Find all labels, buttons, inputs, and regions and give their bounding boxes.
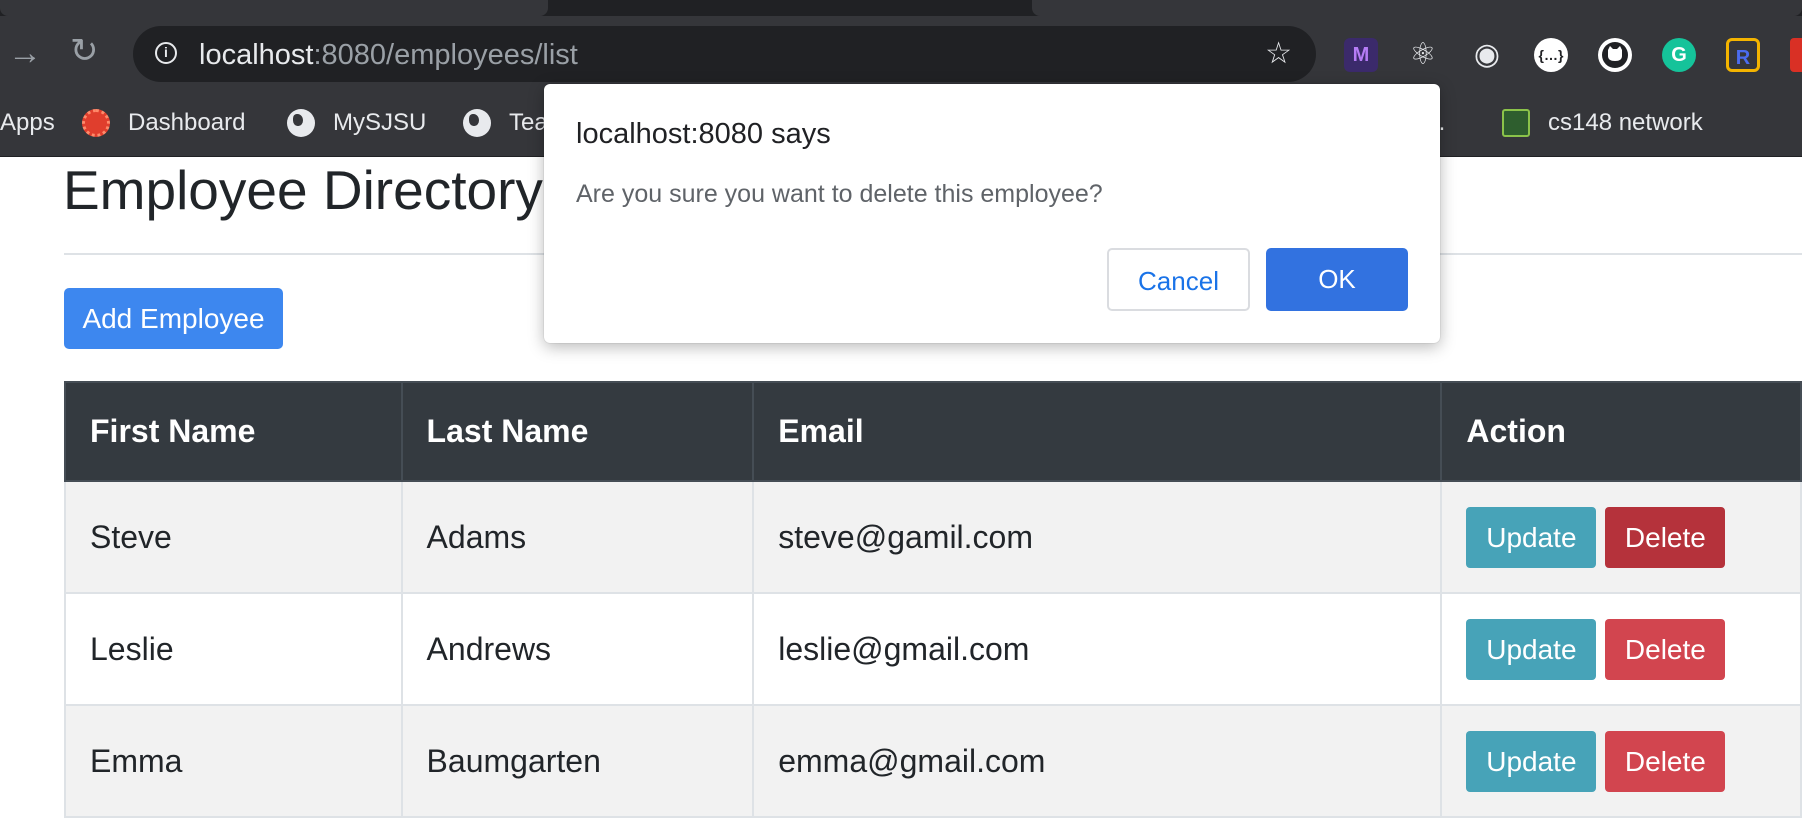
bookmark-label: MySJSU <box>333 109 427 136</box>
reload-icon[interactable]: ↻ <box>70 34 99 68</box>
table-header-row: First Name Last Name Email Action <box>64 381 1802 482</box>
extension-target-icon[interactable]: ◉ <box>1470 38 1504 72</box>
email-cell: steve@gamil.com <box>752 480 1443 594</box>
extension-r-icon[interactable]: R <box>1726 38 1760 72</box>
dialog-title: localhost:8080 says <box>576 118 831 150</box>
globe-icon <box>463 109 491 137</box>
header-email: Email <box>752 381 1443 482</box>
bookmark-dashboard[interactable]: Dashboard <box>82 106 245 140</box>
cancel-button[interactable]: Cancel <box>1107 248 1250 311</box>
header-action: Action <box>1440 381 1802 482</box>
employee-table: First Name Last Name Email Action Steve … <box>64 381 1802 818</box>
network-icon <box>1502 109 1530 137</box>
browser-tab[interactable] <box>0 0 548 16</box>
url-path: :8080/employees/list <box>313 39 578 71</box>
bookmark-mysjsu[interactable]: MySJSU <box>287 106 426 140</box>
update-button[interactable]: Update <box>1466 506 1597 568</box>
react-devtools-icon[interactable]: ⚛ <box>1406 38 1440 72</box>
github-icon[interactable] <box>1598 38 1632 72</box>
action-cell: Update Delete <box>1440 704 1802 818</box>
dialog-message: Are you sure you want to delete this emp… <box>576 180 1103 208</box>
email-cell: leslie@gmail.com <box>752 592 1443 706</box>
first-name-cell: Emma <box>64 704 403 818</box>
url-host: localhost <box>199 39 314 71</box>
table-row: Emma Baumgarten emma@gmail.com Update Del… <box>64 704 1802 818</box>
add-employee-button[interactable]: Add Employee <box>64 288 283 349</box>
bookmark-label: Apps <box>0 109 55 136</box>
bookmark-cs148-network[interactable]: cs148 network <box>1502 106 1703 140</box>
extension-red-icon[interactable] <box>1790 38 1802 72</box>
extension-m-icon[interactable]: M <box>1344 38 1378 72</box>
delete-button[interactable]: Delete <box>1605 618 1726 680</box>
browser-tab[interactable] <box>1032 0 1802 16</box>
action-cell: Update Delete <box>1440 592 1802 706</box>
canvas-icon <box>82 109 110 137</box>
bookmark-label: cs148 network <box>1548 109 1703 136</box>
ok-button[interactable]: OK <box>1266 248 1408 311</box>
email-cell: emma@gmail.com <box>752 704 1443 818</box>
first-name-cell: Steve <box>64 480 403 594</box>
delete-button[interactable]: Delete <box>1605 730 1726 792</box>
table-row: Steve Adams steve@gamil.com Update Delete <box>64 480 1802 594</box>
last-name-cell: Andrews <box>400 592 755 706</box>
last-name-cell: Baumgarten <box>400 704 755 818</box>
bookmark-label: Dashboard <box>128 109 246 136</box>
bookmark-star-icon[interactable]: ☆ <box>1265 36 1292 71</box>
tab-strip <box>0 0 1802 16</box>
globe-icon <box>287 109 315 137</box>
bookmark-apps[interactable]: Apps <box>0 106 55 140</box>
bookmark-tea[interactable]: Tea <box>463 106 548 140</box>
delete-button[interactable]: Delete <box>1605 506 1726 568</box>
browser-toolbar: → ↻ i localhost:8080/employees/list ☆ M … <box>0 16 1802 92</box>
action-cell: Update Delete <box>1440 480 1802 594</box>
first-name-cell: Leslie <box>64 592 403 706</box>
page-title: Employee Directory <box>63 159 543 221</box>
address-bar[interactable]: i localhost:8080/employees/list ☆ <box>133 26 1316 82</box>
site-info-icon[interactable]: i <box>155 42 177 64</box>
update-button[interactable]: Update <box>1466 730 1597 792</box>
update-button[interactable]: Update <box>1466 618 1597 680</box>
header-first-name: First Name <box>64 381 403 482</box>
bookmark-label: Tea <box>509 109 548 136</box>
grammarly-icon[interactable]: G <box>1662 38 1696 72</box>
last-name-cell: Adams <box>400 480 755 594</box>
forward-arrow-icon[interactable]: → <box>8 36 42 70</box>
url-text[interactable]: localhost:8080/employees/list <box>199 39 578 72</box>
header-last-name: Last Name <box>400 381 755 482</box>
json-viewer-icon[interactable]: {…} <box>1534 38 1568 72</box>
confirm-dialog: localhost:8080 says Are you sure you wan… <box>544 84 1440 343</box>
table-row: Leslie Andrews leslie@gmail.com Update De… <box>64 592 1802 706</box>
